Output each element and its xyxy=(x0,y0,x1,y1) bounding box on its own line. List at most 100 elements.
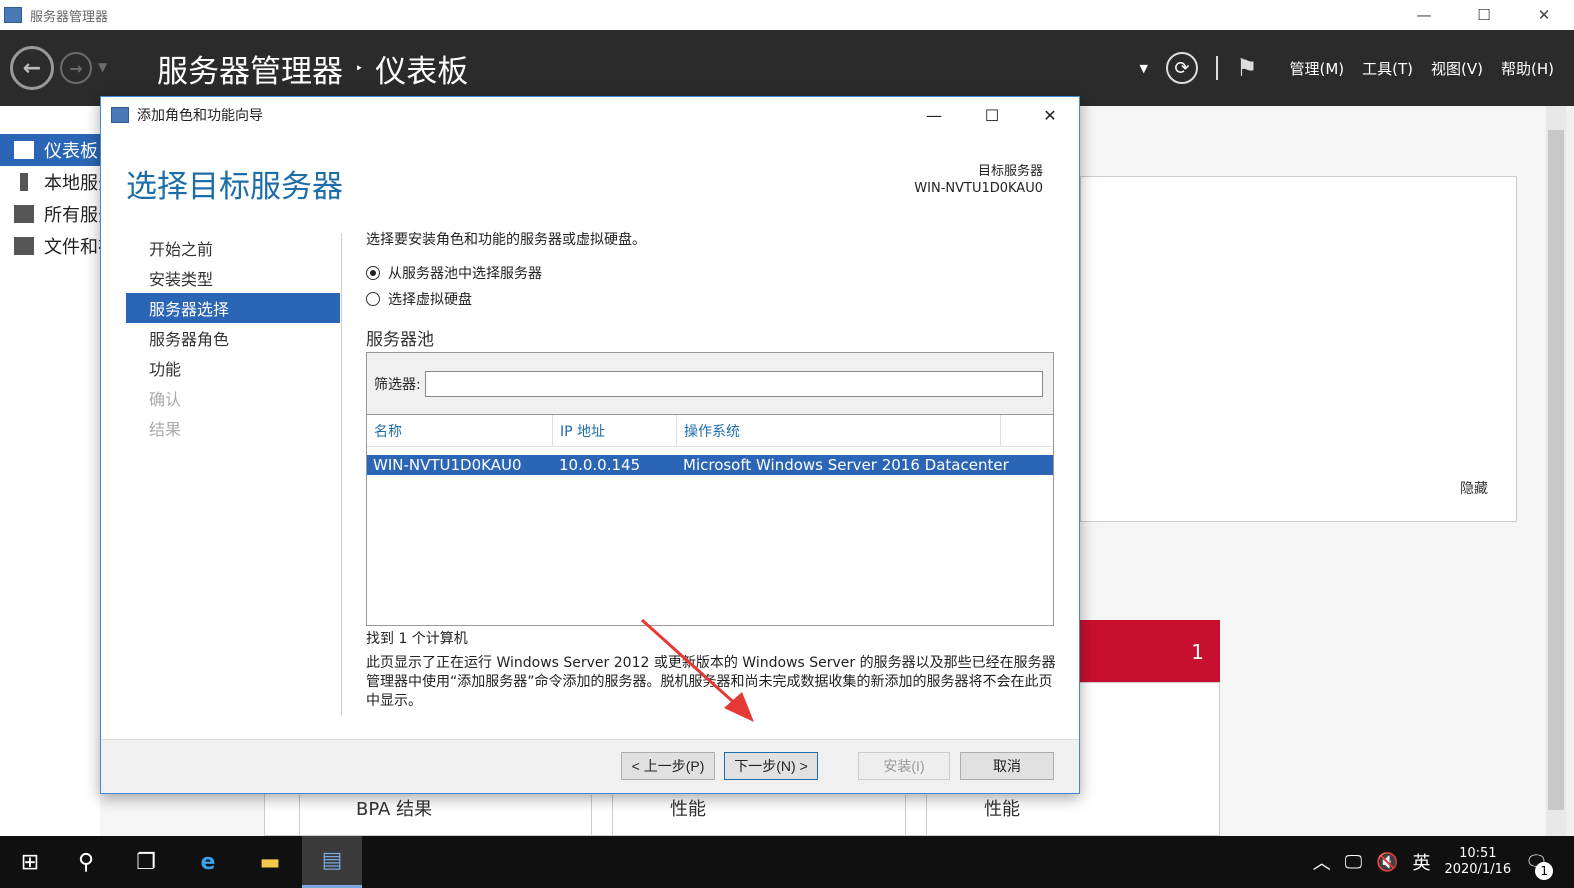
header-tools: ▼ ⟳ ⚑ 管理(M) 工具(T) 视图(V) 帮助(H) xyxy=(1140,30,1554,106)
divider xyxy=(341,233,342,715)
menu-manage[interactable]: 管理(M) xyxy=(1290,58,1345,79)
maximize-button[interactable]: ☐ xyxy=(1454,0,1514,30)
breadcrumb-root[interactable]: 服务器管理器 xyxy=(157,46,343,91)
bpa-results-label: BPA 结果 xyxy=(356,799,433,820)
clock[interactable]: 10:51 2020/1/16 xyxy=(1444,846,1511,878)
chevron-up-icon[interactable]: ︿ xyxy=(1313,849,1331,875)
column-ip[interactable]: IP 地址 xyxy=(553,415,677,446)
wizard-footer: < 上一步(P) 下一步(N) > 安装(I) 取消 xyxy=(101,739,1079,793)
refresh-icon[interactable]: ⟳ xyxy=(1166,52,1198,84)
next-button[interactable]: 下一步(N) > xyxy=(724,752,818,780)
clock-date: 2020/1/16 xyxy=(1444,862,1512,877)
column-name[interactable]: 名称 xyxy=(367,415,553,446)
sidebar: 仪表板 本地服务器 所有服务器 文件和存储服务 xyxy=(0,106,100,836)
step-confirmation: 确认 xyxy=(149,390,182,409)
divider xyxy=(299,795,300,836)
destination-server: 目标服务器 WIN-NVTU1D0KAU0 xyxy=(914,163,1043,197)
sidebar-item-label: 仪表板 xyxy=(44,141,98,162)
wizard-icon xyxy=(111,107,129,123)
storage-icon xyxy=(14,237,34,255)
file-explorer-icon[interactable]: ▬ xyxy=(240,836,300,888)
info-note: 此页显示了正在运行 Windows Server 2012 或更新版本的 Win… xyxy=(366,655,1056,709)
sidebar-item-all-servers[interactable]: 所有服务器 xyxy=(0,198,100,230)
notification-badge: 1 xyxy=(1535,861,1554,880)
wizard-title: 添加角色和功能向导 xyxy=(137,108,263,124)
internet-explorer-icon[interactable]: e xyxy=(178,836,238,888)
scrollbar-thumb[interactable] xyxy=(1548,130,1564,810)
cell-empty xyxy=(1001,455,1053,475)
menu-tools[interactable]: 工具(T) xyxy=(1362,58,1413,79)
notification-center-icon[interactable]: 🗨 1 xyxy=(1525,852,1554,880)
scrollbar[interactable] xyxy=(1546,106,1566,836)
back-arrow-icon[interactable]: ← xyxy=(10,46,54,90)
menu-view[interactable]: 视图(V) xyxy=(1431,58,1483,79)
chevron-down-icon[interactable]: ▼ xyxy=(98,60,107,74)
destination-label: 目标服务器 xyxy=(977,164,1043,179)
server-manager-taskbar-icon[interactable]: ▤ xyxy=(302,836,362,888)
radio-virtual-disk[interactable]: 选择虚拟硬盘 xyxy=(366,289,1056,309)
wizard-content: 选择要安装角色和功能的服务器或虚拟硬盘。 从服务器池中选择服务器 选择虚拟硬盘 … xyxy=(366,229,1056,711)
destination-value: WIN-NVTU1D0KAU0 xyxy=(914,181,1043,196)
app-title: 服务器管理器 xyxy=(30,9,109,25)
forward-arrow-icon[interactable]: → xyxy=(60,52,92,84)
sidebar-item-label: 本地服务器 xyxy=(44,173,100,194)
search-icon[interactable]: ⚲ xyxy=(56,836,116,888)
filter-input[interactable] xyxy=(424,370,1043,397)
window-controls: — ☐ ✕ xyxy=(1394,0,1574,30)
divider xyxy=(1216,56,1218,80)
minimize-button[interactable]: — xyxy=(1394,0,1454,30)
cancel-button[interactable]: 取消 xyxy=(960,752,1054,780)
performance-label: 性能 xyxy=(984,799,1020,820)
taskbar: ⊞ ⚲ ❐ e ▬ ▤ ︿ 🖵 🔇 英 10:51 2020/1/16 🗨 1 xyxy=(0,836,1574,888)
column-os[interactable]: 操作系统 xyxy=(677,415,1001,446)
wizard-minimize-button[interactable]: — xyxy=(905,97,963,133)
status-tile[interactable]: 1 xyxy=(1080,620,1220,682)
wizard-titlebar: 添加角色和功能向导 — ☐ ✕ xyxy=(101,97,1079,133)
divider xyxy=(612,795,613,836)
found-count: 找到 1 个计算机 xyxy=(366,631,468,647)
breadcrumb-separator-icon: ‣ xyxy=(355,60,364,77)
wizard-maximize-button[interactable]: ☐ xyxy=(963,97,1021,133)
breadcrumb: 服务器管理器 ‣ 仪表板 xyxy=(157,46,468,91)
wizard-window-controls: — ☐ ✕ xyxy=(905,97,1079,133)
menu-help[interactable]: 帮助(H) xyxy=(1501,58,1554,79)
volume-muted-icon[interactable]: 🔇 xyxy=(1376,852,1398,873)
app-titlebar: 服务器管理器 — ☐ ✕ xyxy=(0,0,1574,30)
clock-time: 10:51 xyxy=(1459,846,1497,861)
dropdown-arrow-icon[interactable]: ▼ xyxy=(1140,62,1148,75)
ime-indicator[interactable]: 英 xyxy=(1412,849,1430,875)
wizard-steps: 开始之前 安装类型 服务器选择 服务器角色 功能 确认 结果 xyxy=(126,233,340,443)
filter-label: 筛选器: xyxy=(374,376,421,393)
performance-label: 性能 xyxy=(670,799,706,820)
notification-flag-icon[interactable]: ⚑ xyxy=(1236,54,1258,82)
step-before-you-begin[interactable]: 开始之前 xyxy=(126,233,340,263)
windows-start-icon[interactable]: ⊞ xyxy=(0,836,60,888)
sidebar-item-label: 所有服务器 xyxy=(44,205,100,226)
step-features[interactable]: 功能 xyxy=(126,353,340,383)
divider xyxy=(591,795,592,836)
step-server-selection[interactable]: 服务器选择 xyxy=(126,293,340,323)
close-button[interactable]: ✕ xyxy=(1514,0,1574,30)
hide-link[interactable]: 隐藏 xyxy=(1460,478,1488,498)
cell-ip: 10.0.0.145 xyxy=(559,456,641,474)
sidebar-item-dashboard[interactable]: 仪表板 xyxy=(0,134,100,166)
sidebar-item-local-server[interactable]: 本地服务器 xyxy=(0,166,100,198)
step-server-roles[interactable]: 服务器角色 xyxy=(126,323,340,353)
radio-server-pool[interactable]: 从服务器池中选择服务器 xyxy=(366,263,1056,283)
sidebar-item-file-storage[interactable]: 文件和存储服务 xyxy=(0,230,100,262)
table-row[interactable]: WIN-NVTU1D0KAU0 10.0.0.145 Microsoft Win… xyxy=(367,455,1053,475)
divider xyxy=(926,795,927,836)
filter-bar: 筛选器: xyxy=(367,353,1053,415)
network-icon[interactable]: 🖵 xyxy=(1345,852,1362,873)
previous-button[interactable]: < 上一步(P) xyxy=(621,752,715,780)
page-title: 选择目标服务器 xyxy=(126,169,343,205)
step-installation-type[interactable]: 安装类型 xyxy=(126,263,340,293)
task-view-icon[interactable]: ❐ xyxy=(116,836,176,888)
radio-label: 选择虚拟硬盘 xyxy=(388,292,472,308)
server-pool-title: 服务器池 xyxy=(366,330,434,350)
welcome-panel xyxy=(1080,176,1517,522)
radio-selected-icon[interactable] xyxy=(366,266,380,280)
server-manager-icon xyxy=(4,7,22,23)
wizard-close-button[interactable]: ✕ xyxy=(1021,97,1079,133)
radio-unselected-icon[interactable] xyxy=(366,292,380,306)
